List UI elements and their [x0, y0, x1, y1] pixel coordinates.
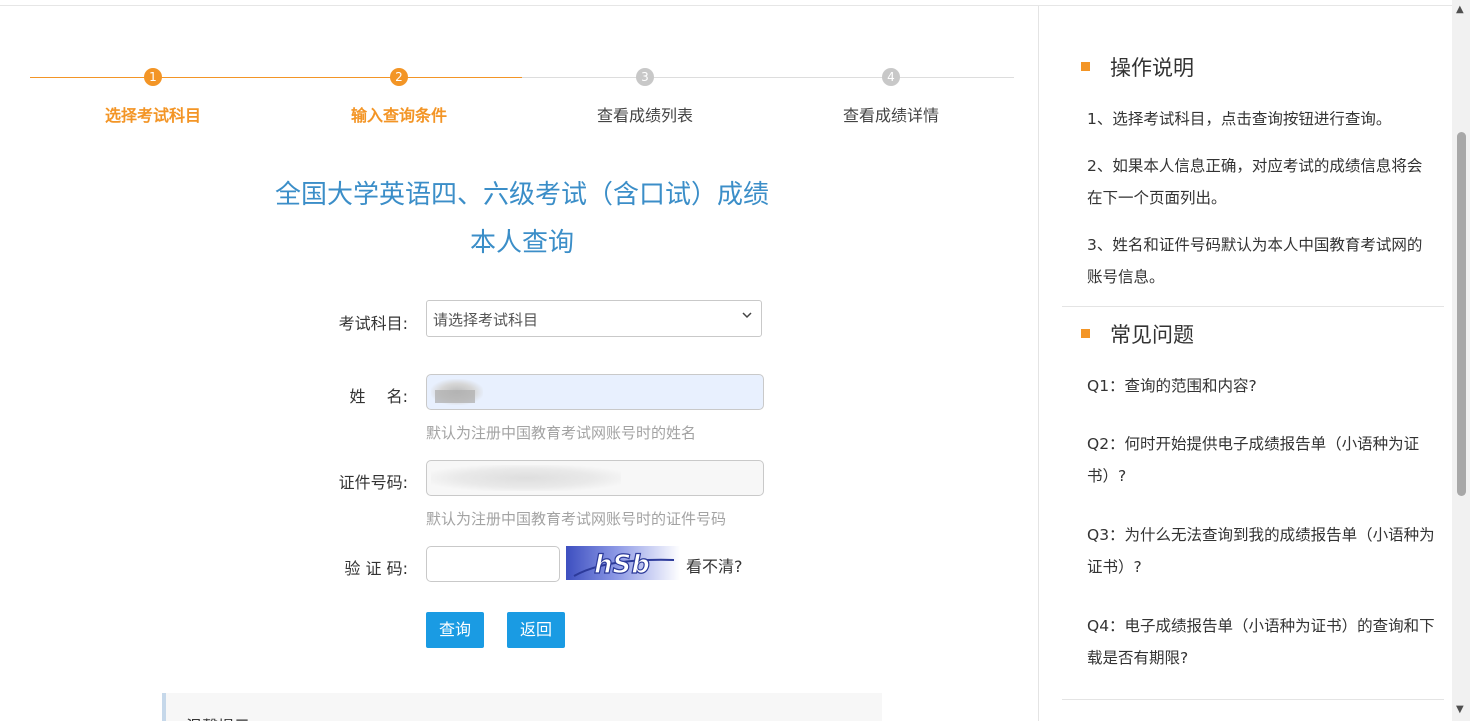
square-bullet-icon — [1081, 328, 1090, 338]
step-4-number: 4 — [882, 68, 900, 86]
id-label: 证件号码: — [338, 473, 408, 492]
id-hint: 默认为注册中国教育考试网账号时的证件号码 — [426, 510, 727, 528]
redacted-id-number — [431, 465, 621, 491]
faq-title-text: 常见问题 — [1110, 323, 1194, 347]
instruction-1: 1、选择考试科目，点击查询按钮进行查询。 — [1087, 110, 1392, 128]
step-3-label: 查看成绩列表 — [596, 106, 693, 125]
sidebar-bottom-divider — [1062, 699, 1444, 700]
page-title-line-2: 本人查询 — [469, 228, 574, 258]
sidebar-section-divider — [1062, 306, 1444, 307]
step-3: 3 查看成绩列表 — [522, 68, 768, 126]
top-border — [0, 5, 1452, 6]
step-2-label: 输入查询条件 — [350, 106, 447, 125]
step-3-number: 3 — [636, 68, 654, 86]
instruction-2: 2、如果本人信息正确，对应考试的成绩信息将会在下一个页面列出。 — [1087, 157, 1423, 207]
name-label: 姓 名: — [349, 387, 408, 406]
tip-box: 温馨提示 — [162, 693, 882, 721]
scroll-up-icon[interactable]: ▲ — [1456, 4, 1464, 15]
step-1: 1 选择考试科目 — [30, 68, 276, 126]
captcha-label: 验 证 码: — [344, 559, 408, 578]
instructions-title-text: 操作说明 — [1110, 56, 1194, 80]
step-2-number: 2 — [390, 68, 408, 86]
instructions-title: 操作说明 — [1081, 52, 1194, 82]
name-input[interactable] — [426, 374, 764, 410]
name-hint: 默认为注册中国教育考试网账号时的姓名 — [426, 424, 697, 442]
faq-item-2[interactable]: Q2：何时开始提供电子成绩报告单（小语种为证书）? — [1087, 428, 1437, 492]
page-scrollbar[interactable]: ▲ ▼ — [1452, 0, 1470, 721]
query-button[interactable]: 查询 — [426, 612, 484, 648]
step-4: 4 查看成绩详情 — [768, 68, 1014, 126]
faq-item-4[interactable]: Q4：电子成绩报告单（小语种为证书）的查询和下载是否有期限? — [1087, 610, 1437, 674]
svg-text:hSb: hSb — [594, 550, 650, 580]
step-1-label: 选择考试科目 — [104, 106, 201, 125]
instruction-3: 3、姓名和证件号码默认为本人中国教育考试网的账号信息。 — [1087, 236, 1423, 286]
step-1-number: 1 — [144, 68, 162, 86]
redacted-name — [431, 379, 483, 405]
captcha-image[interactable]: hSb — [566, 546, 680, 580]
step-4-label: 查看成绩详情 — [842, 106, 939, 125]
scrollbar-thumb[interactable] — [1457, 132, 1466, 496]
chevron-down-icon — [741, 309, 753, 325]
faq-title: 常见问题 — [1081, 319, 1194, 349]
step-2: 2 输入查询条件 — [276, 68, 522, 126]
sidebar-divider — [1038, 6, 1039, 721]
subject-select-placeholder: 请选择考试科目 — [433, 311, 539, 329]
square-bullet-icon — [1081, 61, 1090, 71]
faq-item-1[interactable]: Q1：查询的范围和内容? — [1087, 370, 1437, 402]
id-number-input[interactable] — [426, 460, 764, 496]
progress-steps: 1 选择考试科目 2 输入查询条件 3 查看成绩列表 4 查看成绩详情 — [30, 68, 1014, 128]
page-title-line-1: 全国大学英语四、六级考试（含口试）成绩 — [274, 180, 769, 210]
subject-select[interactable]: 请选择考试科目 — [426, 300, 762, 337]
refresh-captcha-link[interactable]: 看不清? — [686, 553, 743, 577]
back-button[interactable]: 返回 — [507, 612, 565, 648]
captcha-input[interactable] — [426, 546, 560, 582]
subject-label: 考试科目: — [338, 314, 408, 333]
scroll-down-icon[interactable]: ▼ — [1456, 704, 1464, 715]
tip-title: 温馨提示 — [186, 713, 250, 721]
faq-item-3[interactable]: Q3：为什么无法查询到我的成绩报告单（小语种为证书）? — [1087, 519, 1437, 583]
